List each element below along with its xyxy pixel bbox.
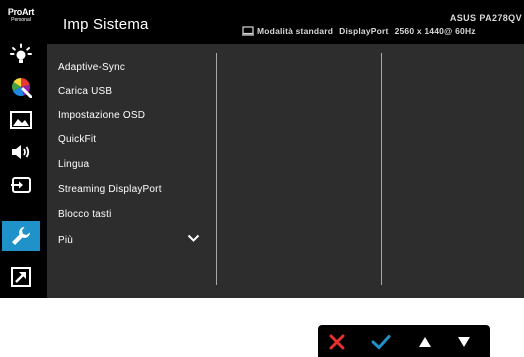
- sidebar-item-color[interactable]: [2, 72, 40, 102]
- exit-button[interactable]: [326, 331, 348, 353]
- input-label: DisplayPort: [339, 26, 389, 36]
- header: Imp Sistema ASUS PA278QV Modalità standa…: [42, 0, 524, 42]
- menu-item-adaptive-sync[interactable]: Adaptive-Sync: [58, 62, 125, 73]
- check-icon: [371, 335, 391, 350]
- color-wheel-icon: [12, 77, 32, 98]
- logo-text: ProArt: [7, 7, 35, 17]
- triangle-down-icon: [458, 337, 470, 347]
- sidebar-item-system[interactable]: [2, 221, 40, 251]
- resolution-label: 2560 x 1440@ 60Hz: [394, 26, 476, 36]
- up-button[interactable]: [414, 331, 436, 353]
- menu-item-dp-streaming[interactable]: Streaming DisplayPort: [58, 184, 162, 195]
- model-name: ASUS PA278QV: [449, 13, 522, 23]
- sidebar-item-shortcut[interactable]: [2, 262, 40, 292]
- sidebar-item-input[interactable]: [2, 170, 40, 200]
- brightness-icon: [10, 43, 32, 63]
- mode-label: Modalità standard: [257, 26, 334, 36]
- sidebar: ProArt Personal: [0, 0, 42, 298]
- menu-item-key-lock[interactable]: Blocco tasti: [58, 209, 112, 220]
- menu-item-language[interactable]: Lingua: [58, 159, 89, 170]
- osd-window: ProArt Personal Imp Sistema ASUS PA278QV…: [0, 0, 524, 298]
- shortcut-icon: [11, 267, 31, 287]
- column-divider: [216, 53, 217, 285]
- logo-subtext: Personal: [11, 17, 31, 23]
- page-title: Imp Sistema: [63, 16, 149, 33]
- menu-item-usb-charge[interactable]: Carica USB: [58, 86, 112, 97]
- triangle-up-icon: [419, 337, 431, 347]
- sidebar-item-sound[interactable]: [2, 137, 40, 167]
- sound-icon: [12, 145, 30, 159]
- image-icon: [10, 111, 32, 129]
- menu-item-quickfit[interactable]: QuickFit: [58, 134, 96, 145]
- sidebar-item-brightness[interactable]: [2, 39, 40, 69]
- sidebar-item-image[interactable]: [2, 105, 40, 135]
- chevron-down-icon[interactable]: [187, 234, 200, 243]
- status-line: Modalità standard DisplayPort 2560 x 144…: [242, 26, 476, 36]
- menu-panel: Adaptive-Sync Carica USB Impostazione OS…: [47, 44, 524, 298]
- confirm-button[interactable]: [370, 331, 392, 353]
- cross-icon: [329, 334, 345, 350]
- wrench-icon: [12, 227, 30, 245]
- down-button[interactable]: [453, 331, 475, 353]
- monitor-icon: [242, 26, 254, 36]
- menu-item-osd-setup[interactable]: Impostazione OSD: [58, 110, 145, 121]
- input-select-icon: [11, 177, 31, 193]
- menu-item-more[interactable]: Più: [58, 235, 73, 246]
- column-divider: [381, 53, 382, 285]
- proart-logo: ProArt Personal: [4, 8, 38, 32]
- control-bar: [318, 325, 490, 357]
